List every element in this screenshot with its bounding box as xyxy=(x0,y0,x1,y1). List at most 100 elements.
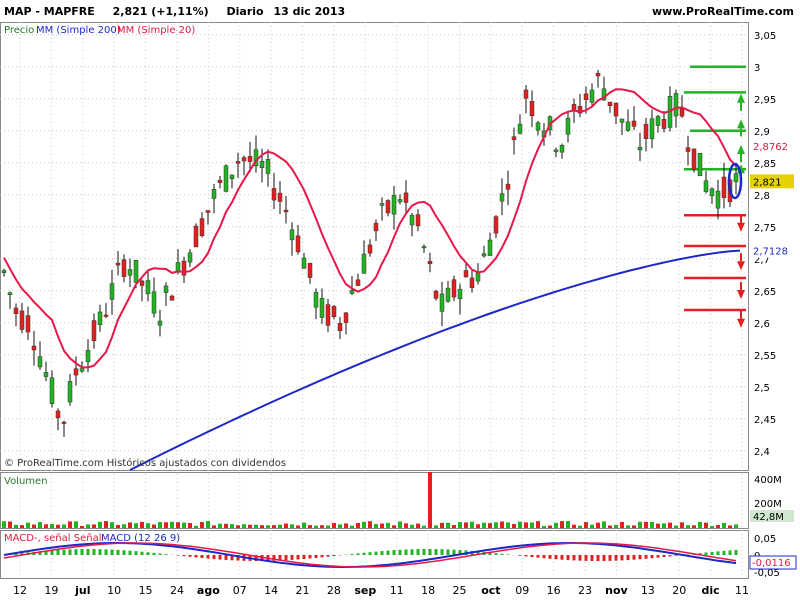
x-tick-label: 11 xyxy=(735,584,749,597)
volume-bar xyxy=(710,525,714,528)
candle-body xyxy=(163,285,169,293)
macd-histogram-bar xyxy=(494,553,498,555)
macd-histogram-bar xyxy=(50,550,54,555)
macd-histogram-bar xyxy=(422,549,426,555)
macd-histogram-bar xyxy=(224,555,228,560)
candle-body xyxy=(343,312,349,323)
volume-bar xyxy=(476,524,480,528)
candle-body xyxy=(373,222,379,232)
candle-body xyxy=(91,320,97,341)
candle-body xyxy=(385,200,391,214)
volume-bar xyxy=(356,522,360,528)
candle-body xyxy=(283,209,289,213)
macd-histogram-bar xyxy=(728,550,732,555)
candle-body xyxy=(361,253,367,274)
volume-bar xyxy=(368,521,372,528)
candle-body xyxy=(97,311,103,326)
volume-bar xyxy=(698,521,702,528)
volume-bar xyxy=(416,523,420,528)
x-tick-label: oct xyxy=(481,584,500,597)
candle-body xyxy=(511,136,517,141)
macd-histogram-bar xyxy=(104,549,108,555)
volume-bar xyxy=(128,522,132,528)
candle-body xyxy=(271,188,277,201)
volume-bar xyxy=(218,523,222,528)
candle-body xyxy=(19,310,25,330)
candle-body xyxy=(217,179,223,183)
macd-histogram-bar xyxy=(644,555,648,559)
candle-body xyxy=(655,116,661,126)
x-tick-label: 23 xyxy=(578,584,592,597)
volume-bar xyxy=(188,523,192,528)
macd-histogram-bar xyxy=(662,555,666,558)
volume-tick-label: 200M xyxy=(754,499,782,510)
ma20-line xyxy=(3,88,737,369)
volume-bar xyxy=(2,521,6,528)
volume-bar xyxy=(44,524,48,528)
volume-bar xyxy=(578,525,582,528)
x-tick-label: 14 xyxy=(264,584,278,597)
x-tick-label: 20 xyxy=(672,584,686,597)
candle-body xyxy=(643,123,649,139)
volume-bar xyxy=(32,524,36,528)
macd-histogram-bar xyxy=(536,555,540,558)
macd-histogram-bar xyxy=(500,553,504,555)
candle-body xyxy=(637,146,643,151)
macd-histogram-bar xyxy=(668,555,672,557)
volume-bar xyxy=(620,522,624,528)
macd-histogram-bar xyxy=(674,555,678,556)
volume-bar xyxy=(98,521,102,528)
macd-histogram-bar xyxy=(86,549,90,555)
volume-bar xyxy=(446,522,450,528)
candle-body xyxy=(559,145,565,153)
candle-body xyxy=(685,147,691,152)
volume-bar xyxy=(680,522,684,528)
candle-body xyxy=(523,89,529,99)
volume-bar xyxy=(212,525,216,528)
volume-label: Volumen xyxy=(4,476,48,487)
macd-histogram-bar xyxy=(122,550,126,555)
candle-body xyxy=(427,260,433,265)
macd-histogram-bar xyxy=(524,555,528,557)
macd-histogram-bar xyxy=(428,549,432,555)
volume-bar xyxy=(50,524,54,528)
candle-body xyxy=(469,277,475,288)
x-tick-label: 16 xyxy=(547,584,561,597)
volume-bar xyxy=(296,525,300,528)
candle-body xyxy=(43,372,49,377)
candle-body xyxy=(331,306,337,318)
chart-svg[interactable]: 3,0532,952,92,852,82,752,72,652,62,552,5… xyxy=(0,0,800,600)
candle-body xyxy=(133,260,139,283)
volume-panel-frame xyxy=(0,472,749,529)
volume-bar xyxy=(602,521,606,528)
ma20-tag: 2,8762 xyxy=(753,142,788,153)
candle-body xyxy=(61,421,67,424)
x-tick-label: jul xyxy=(74,584,90,597)
macd-histogram-bar xyxy=(620,555,624,561)
macd-histogram-bar xyxy=(302,555,306,559)
macd-histogram-bar xyxy=(80,549,84,555)
candle-body xyxy=(439,293,445,312)
price-tick-label: 2,65 xyxy=(754,287,776,298)
macd-histogram-bar xyxy=(362,552,366,555)
candle-body xyxy=(487,239,493,256)
candle-body xyxy=(679,108,685,117)
candle-body xyxy=(241,157,247,162)
candle-body xyxy=(367,244,373,254)
volume-bar xyxy=(266,525,270,528)
candle-body xyxy=(121,259,127,277)
candle-body xyxy=(565,117,571,135)
macd-histogram-bar xyxy=(386,550,390,555)
price-tick-label: 2,75 xyxy=(754,223,776,234)
candle-body xyxy=(73,368,79,376)
candle-body xyxy=(229,174,235,179)
macd-label-2: MACD (12 26 9) xyxy=(101,533,180,544)
volume-bar xyxy=(158,521,162,528)
volume-bar xyxy=(704,522,708,528)
macd-histogram-bar xyxy=(158,553,162,555)
candle-body xyxy=(463,270,469,278)
x-tick-label: 12 xyxy=(13,584,27,597)
macd-histogram-bar xyxy=(626,555,630,561)
macd-histogram-bar xyxy=(146,552,150,555)
price-tick-label: 2,85 xyxy=(754,159,776,170)
